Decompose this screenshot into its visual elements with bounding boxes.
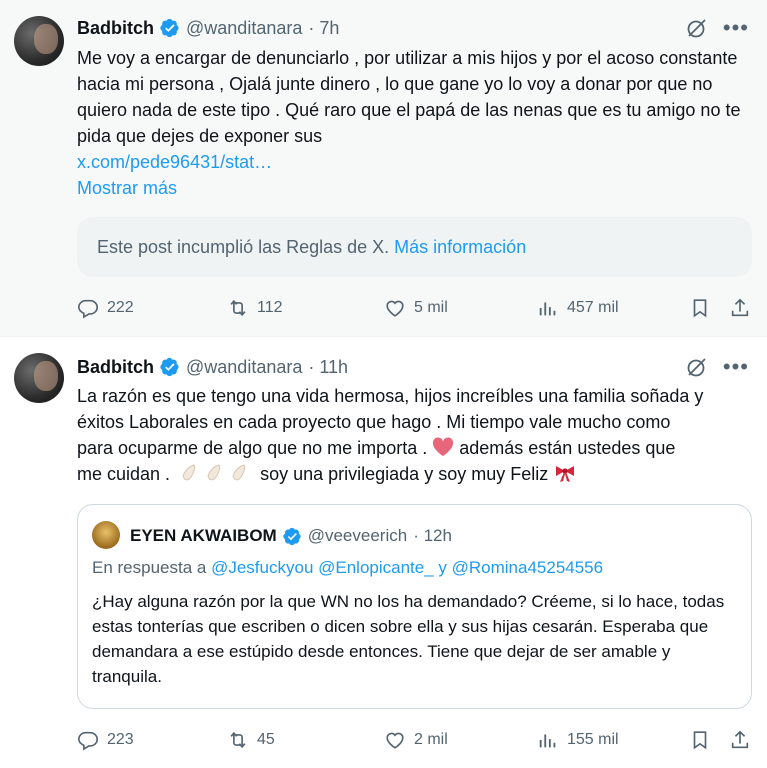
like-button[interactable]: 5 mil [384, 293, 448, 323]
views-icon [539, 734, 556, 748]
share-button[interactable] [729, 293, 759, 323]
clap-emoji-icon [207, 464, 221, 481]
share-icon [731, 730, 749, 749]
quote-avatar[interactable] [92, 521, 120, 549]
grok-icon[interactable] [685, 16, 709, 40]
share-icon [731, 298, 749, 317]
repost-count: 45 [257, 731, 275, 748]
violation-notice: Este post incumplió las Reglas de X. Más… [77, 217, 752, 277]
tweet-line-4a: me cuidan . [77, 464, 171, 484]
quote-author-name[interactable]: EYEN AKWAIBOM [130, 526, 277, 546]
author-name[interactable]: Badbitch [77, 357, 154, 378]
tweet-text: La razón es que tengo una vida hermosa, … [77, 383, 752, 487]
reply-button[interactable]: 222 [77, 293, 134, 323]
verified-badge-icon [160, 18, 179, 38]
quote-text: ¿Hay alguna razón por la que WN no los h… [92, 592, 725, 686]
like-count: 2 mil [414, 731, 448, 748]
views-button[interactable]: 457 mil [537, 293, 619, 323]
clap-emoji-icon [232, 464, 246, 481]
quote-header: EYEN AKWAIBOM @veeveerich · 12h [130, 523, 452, 549]
views-icon [539, 302, 556, 316]
repost-count: 112 [257, 299, 283, 316]
like-button[interactable]: 2 mil [384, 725, 448, 755]
share-button[interactable] [729, 725, 759, 755]
view-count: 155 mil [567, 731, 619, 748]
tweet-link[interactable]: x.com/pede96431/stat… [77, 152, 272, 172]
reply-context: En respuesta a @Jesfuckyou @Enlopicante_… [92, 558, 603, 578]
reply-count: 222 [107, 299, 134, 316]
reply-prefix: En respuesta a [92, 558, 207, 577]
more-icon[interactable]: ••• [723, 17, 749, 39]
repost-icon [230, 299, 246, 317]
quote-timestamp[interactable]: · 12h [413, 526, 452, 546]
action-bar: 223 45 2 mil 155 mil [77, 725, 752, 755]
header-actions: ••• [685, 16, 749, 40]
like-count: 5 mil [414, 299, 448, 316]
bookmark-icon [693, 299, 707, 318]
grok-icon[interactable] [685, 355, 709, 379]
repost-icon [230, 731, 246, 749]
show-more-link[interactable]: Mostrar más [77, 178, 177, 198]
tweet-body: Me voy a encargar de denunciarlo , por u… [77, 48, 741, 146]
tweet-text: Me voy a encargar de denunciarlo , por u… [77, 45, 752, 201]
quoted-tweet[interactable]: EYEN AKWAIBOM @veeveerich · 12h En respu… [77, 504, 752, 709]
like-icon [386, 732, 404, 749]
clap-emoji-icon [182, 464, 196, 481]
tweet-2[interactable]: Badbitch @wanditanara · 11h ••• La razón… [0, 337, 767, 768]
bookmark-button[interactable] [689, 725, 719, 755]
tweet-line-4b: soy una privilegiada y soy muy Feliz [260, 464, 549, 484]
reply-count: 223 [107, 731, 134, 748]
tweet-header: Badbitch @wanditanara · 11h [77, 354, 348, 380]
reply-icon [78, 299, 98, 319]
header-actions: ••• [685, 355, 749, 379]
tweet-header: Badbitch @wanditanara · 7h [77, 15, 339, 41]
repost-button[interactable]: 45 [227, 725, 275, 755]
more-icon[interactable]: ••• [723, 356, 749, 378]
bookmark-icon [693, 731, 707, 750]
quote-author-handle[interactable]: @veeveerich [308, 526, 407, 546]
notice-text: Este post incumplió las Reglas de X. [97, 236, 390, 257]
timestamp[interactable]: · 7h [308, 18, 339, 39]
views-button[interactable]: 155 mil [537, 725, 619, 755]
tweet-line-1: La razón es que tengo una vida hermosa, … [77, 386, 704, 406]
avatar[interactable] [14, 16, 64, 66]
reply-icon [78, 731, 98, 751]
tweet-line-2: éxitos Laborales en cada proyecto que ha… [77, 412, 671, 432]
action-bar: 222 112 5 mil 457 mil [77, 293, 752, 323]
like-icon [386, 300, 404, 317]
bookmark-button[interactable] [689, 293, 719, 323]
heart-emoji-icon [433, 437, 454, 457]
reply-mentions[interactable]: @Jesfuckyou @Enlopicante_ y @Romina45254… [211, 558, 603, 577]
avatar[interactable] [14, 353, 64, 403]
timestamp[interactable]: · 11h [308, 357, 348, 378]
verified-badge-icon [160, 357, 179, 377]
ribbon-emoji-icon [556, 466, 575, 482]
author-name[interactable]: Badbitch [77, 18, 154, 39]
more-info-link[interactable]: Más información [394, 237, 526, 258]
tweet-line-3b: además están ustedes que [459, 438, 676, 458]
clap-emojis [179, 462, 251, 484]
tweet-1[interactable]: Badbitch @wanditanara · 7h ••• Me voy a … [0, 0, 767, 336]
author-handle[interactable]: @wanditanara [186, 357, 302, 378]
reply-button[interactable]: 223 [77, 725, 134, 755]
author-handle[interactable]: @wanditanara [186, 18, 302, 39]
repost-button[interactable]: 112 [227, 293, 283, 323]
tweet-line-3a: para ocuparme de algo que no me importa … [77, 438, 428, 458]
view-count: 457 mil [567, 299, 619, 316]
verified-badge-icon [283, 527, 301, 545]
